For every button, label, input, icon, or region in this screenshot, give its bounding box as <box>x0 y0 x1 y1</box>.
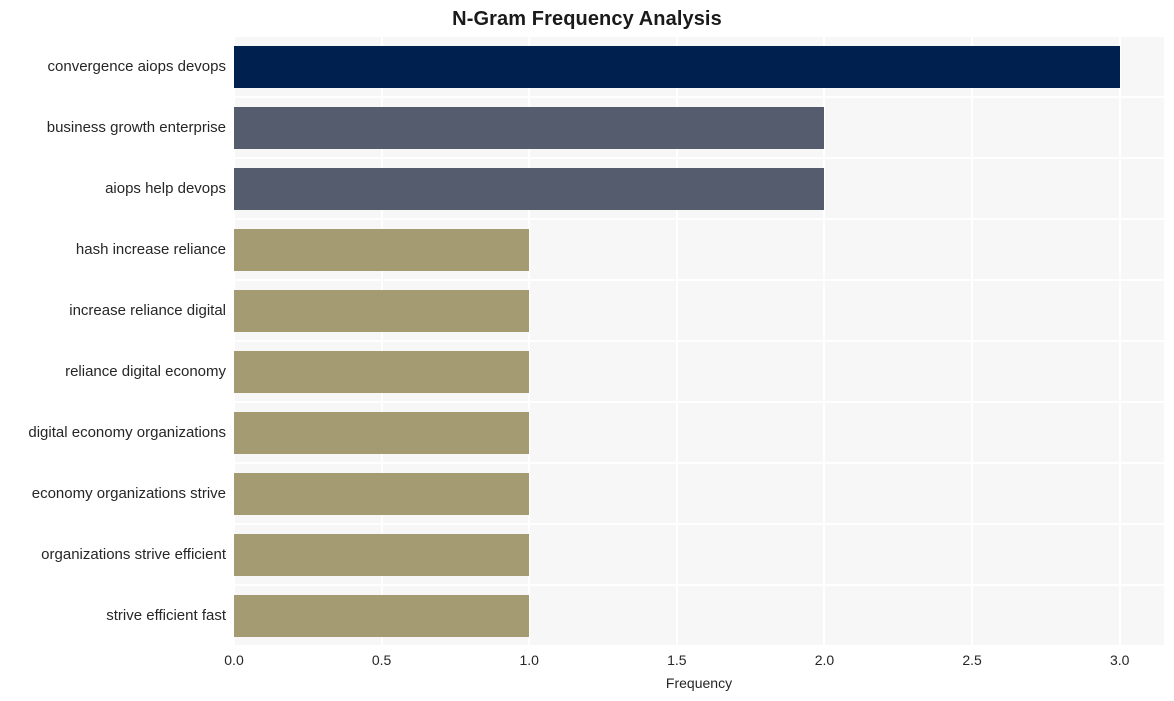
y-axis-tick-labels: convergence aiops devops business growth … <box>0 36 226 646</box>
y-axis-tick-label: strive efficient fast <box>106 606 226 624</box>
gridline-y-7 <box>234 462 1164 464</box>
bar <box>234 167 825 210</box>
y-axis-tick-label: convergence aiops devops <box>47 57 226 75</box>
y-axis-tick-label: increase reliance digital <box>69 301 226 319</box>
x-axis-tick-label: 0.0 <box>224 652 244 668</box>
gridline-y-1 <box>234 96 1164 98</box>
y-axis-tick-label: business growth enterprise <box>46 118 226 136</box>
x-axis-title: Frequency <box>665 675 733 691</box>
gridline-y-10 <box>234 645 1164 646</box>
y-axis-tick-label: reliance digital economy <box>65 362 226 380</box>
bar <box>234 228 530 271</box>
bar <box>234 533 530 576</box>
gridline-y-8 <box>234 523 1164 525</box>
gridline-y-2 <box>234 157 1164 159</box>
y-axis-tick-label: hash increase reliance <box>75 240 226 258</box>
gridline-y-6 <box>234 401 1164 403</box>
bar <box>234 350 530 393</box>
gridline-y-9 <box>234 584 1164 586</box>
x-axis-tick-label: 2.0 <box>814 652 835 668</box>
bar <box>234 472 530 515</box>
bar <box>234 289 530 332</box>
x-axis-tick-label: 1.5 <box>667 652 687 668</box>
plot-area <box>234 36 1164 646</box>
bar <box>234 594 530 637</box>
y-axis-tick-label: economy organizations strive <box>31 484 226 502</box>
y-axis-tick-label: digital economy organizations <box>28 423 226 441</box>
chart-figure: N-Gram Frequency Analysis convergence ai… <box>0 0 1174 701</box>
bar <box>234 106 825 149</box>
x-axis-tick-label: 0.5 <box>371 652 392 668</box>
x-axis-tick-labels: 0.0 0.5 1.0 1.5 2.0 2.5 3.0 <box>0 650 1174 672</box>
bar <box>234 45 1120 88</box>
gridline-y-0 <box>234 36 1164 37</box>
chart-title: N-Gram Frequency Analysis <box>452 8 722 30</box>
x-axis-tick-label: 3.0 <box>1109 652 1130 668</box>
gridline-y-5 <box>234 340 1164 342</box>
gridline-y-3 <box>234 218 1164 220</box>
x-axis-tick-label: 1.0 <box>519 652 539 668</box>
y-axis-tick-label: aiops help devops <box>105 179 226 197</box>
bar <box>234 411 530 454</box>
y-axis-tick-label: organizations strive efficient <box>41 545 226 563</box>
x-axis-tick-label: 2.5 <box>962 652 982 668</box>
gridline-y-4 <box>234 279 1164 281</box>
